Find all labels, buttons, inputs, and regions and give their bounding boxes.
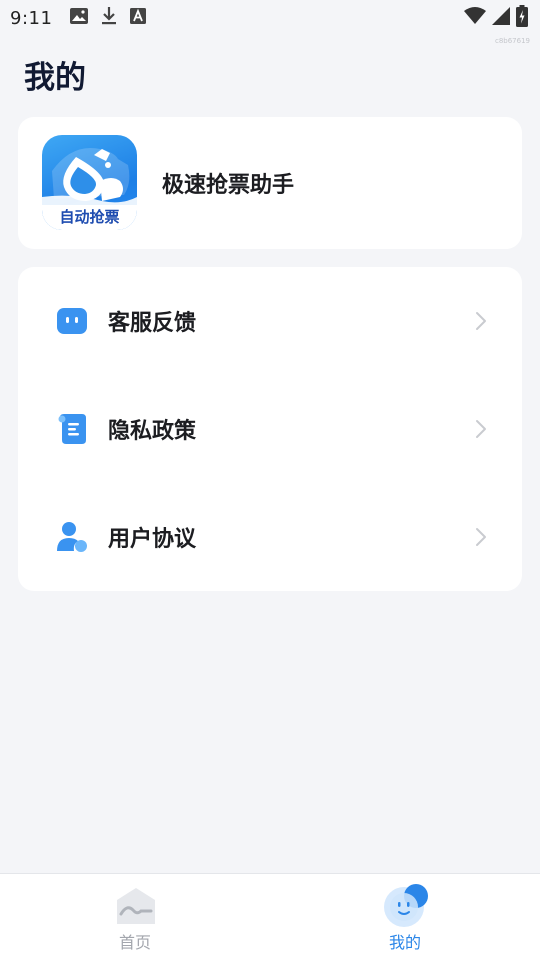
tab-mine-label: 我的: [388, 933, 421, 952]
status-time: 9:11: [10, 7, 53, 29]
menu-card: 客服反馈 隐私政策 用户协议: [18, 267, 522, 591]
home-icon: [113, 882, 159, 928]
user-icon: [56, 521, 88, 553]
battery-icon: [516, 5, 528, 31]
page-title: 我的: [24, 60, 86, 96]
menu-item-customer-feedback[interactable]: 客服反馈: [18, 267, 522, 375]
download-icon: [101, 6, 117, 30]
status-system-icons: [464, 5, 528, 31]
image-icon: [70, 8, 89, 28]
build-tag: c8b67619: [494, 37, 530, 45]
tab-home-label: 首页: [118, 933, 151, 952]
app-name: 极速抢票助手: [162, 173, 295, 198]
signal-icon: [492, 7, 510, 29]
bottom-nav: 首页 我的: [0, 873, 540, 960]
menu-item-label: 隐私政策: [108, 419, 197, 444]
chevron-right-icon: [474, 418, 488, 440]
menu-item-user-agreement[interactable]: 用户协议: [18, 483, 522, 591]
tab-home[interactable]: 首页: [0, 874, 270, 960]
tab-mine[interactable]: 我的: [270, 874, 540, 960]
chevron-right-icon: [474, 526, 488, 548]
status-notification-icons: [70, 6, 147, 30]
wifi-icon: [464, 7, 486, 29]
document-icon: [56, 413, 88, 445]
menu-item-privacy-policy[interactable]: 隐私政策: [18, 375, 522, 483]
chat-bubble-icon: [56, 305, 88, 337]
app-logo: 自动抢票: [42, 135, 137, 230]
app-logo-label: 自动抢票: [42, 205, 137, 230]
status-bar: 9:11: [0, 0, 540, 36]
mine-face-icon: [383, 882, 429, 928]
font-icon: [130, 8, 147, 28]
app-info-card: 自动抢票 极速抢票助手: [18, 117, 522, 249]
menu-item-label: 客服反馈: [108, 311, 197, 336]
menu-item-label: 用户协议: [108, 527, 197, 552]
chevron-right-icon: [474, 310, 488, 332]
